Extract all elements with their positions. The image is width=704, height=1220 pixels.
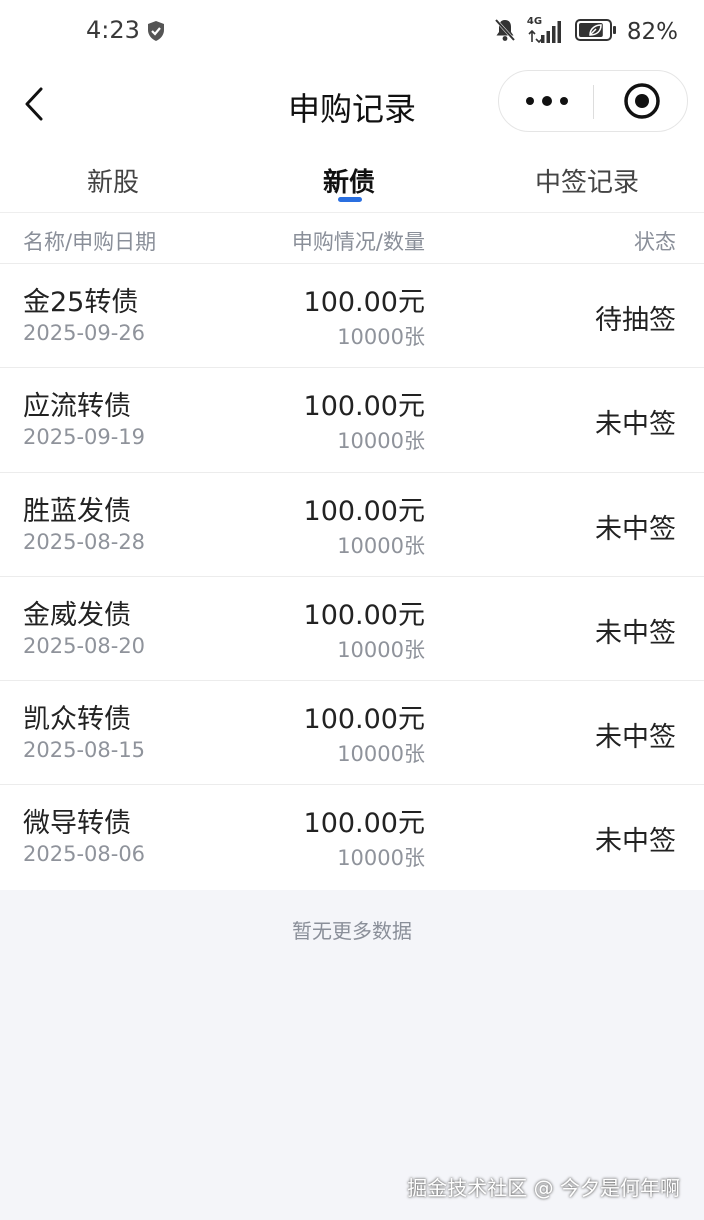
battery-icon bbox=[574, 18, 617, 46]
header-status: 状态 bbox=[634, 230, 676, 254]
bond-name: 胜蓝发债 bbox=[23, 495, 131, 527]
subscribe-amount: 100.00元 bbox=[303, 495, 425, 527]
subscribe-amount: 100.00元 bbox=[303, 391, 425, 423]
battery-percent: 82% bbox=[626, 19, 678, 45]
capsule-divider bbox=[593, 85, 594, 119]
table-row[interactable]: 凯众转债 2025-08-15 100.00元 10000张 未中签 bbox=[0, 681, 704, 786]
tab-new-stock[interactable]: 新股 bbox=[60, 162, 166, 199]
header-amount-qty: 申购情况/数量 bbox=[291, 230, 425, 254]
table-row[interactable]: 微导转债 2025-08-06 100.00元 10000张 未中签 bbox=[0, 785, 704, 889]
tab-winning-records[interactable]: 中签记录 bbox=[516, 162, 658, 199]
subscribe-quantity: 10000张 bbox=[337, 325, 425, 349]
status-text: 未中签 bbox=[595, 722, 676, 754]
subscribe-amount: 100.00元 bbox=[303, 704, 425, 736]
close-target-icon[interactable] bbox=[595, 71, 688, 131]
subscribe-date: 2025-09-26 bbox=[23, 321, 146, 345]
table-row[interactable]: 应流转债 2025-09-19 100.00元 10000张 未中签 bbox=[0, 368, 704, 473]
table-header: 名称/申购日期 申购情况/数量 状态 bbox=[0, 212, 704, 264]
status-time: 4:23 bbox=[86, 16, 140, 44]
subscribe-amount: 100.00元 bbox=[303, 808, 425, 840]
subscribe-quantity: 10000张 bbox=[337, 846, 425, 871]
status-text: 未中签 bbox=[595, 826, 676, 858]
more-icon[interactable] bbox=[499, 71, 594, 131]
subscribe-quantity: 10000张 bbox=[337, 637, 425, 662]
tab-bar: 新股 新债 中签记录 bbox=[0, 146, 704, 212]
miniprogram-capsule bbox=[498, 70, 688, 132]
subscribe-date: 2025-08-20 bbox=[23, 633, 146, 658]
tab-new-bond[interactable]: 新债 bbox=[296, 162, 402, 199]
status-right: 4G 82% bbox=[493, 16, 678, 47]
table-row[interactable]: 金25转债 2025-09-26 100.00元 10000张 待抽签 bbox=[0, 264, 704, 369]
subscribe-amount: 100.00元 bbox=[303, 287, 425, 318]
bond-name: 金威发债 bbox=[23, 599, 131, 631]
records-list: 金25转债 2025-09-26 100.00元 10000张 待抽签 应流转债… bbox=[0, 264, 704, 890]
active-tab-indicator bbox=[338, 197, 362, 202]
bond-name: 应流转债 bbox=[23, 391, 131, 423]
no-more-data: 暂无更多数据 bbox=[292, 919, 412, 943]
status-text: 待抽签 bbox=[595, 305, 676, 336]
screen: 4:23 4G 82% 申购记录 新股 新债 中签记录 名称/申购日期 申购情况… bbox=[0, 0, 704, 1220]
signal-icon: 4G bbox=[527, 16, 565, 45]
subscribe-date: 2025-09-19 bbox=[23, 425, 146, 450]
status-bar: 4:23 4G 82% bbox=[0, 0, 704, 64]
subscribe-date: 2025-08-28 bbox=[23, 529, 146, 554]
status-text: 未中签 bbox=[595, 513, 676, 545]
bond-name: 凯众转债 bbox=[23, 704, 131, 736]
bond-name: 微导转债 bbox=[23, 808, 131, 840]
shield-icon bbox=[146, 20, 166, 46]
watermark: 掘金技术社区 @ 今夕是何年啊 bbox=[407, 1176, 680, 1200]
status-text: 未中签 bbox=[595, 617, 676, 649]
nav-bar: 申购记录 bbox=[0, 64, 704, 146]
subscribe-date: 2025-08-15 bbox=[23, 738, 146, 763]
header-name-date: 名称/申购日期 bbox=[23, 230, 157, 254]
subscribe-quantity: 10000张 bbox=[337, 533, 425, 558]
mute-bell-icon bbox=[493, 17, 517, 47]
table-row[interactable]: 金威发债 2025-08-20 100.00元 10000张 未中签 bbox=[0, 577, 704, 682]
bond-name: 金25转债 bbox=[23, 287, 139, 318]
subscribe-quantity: 10000张 bbox=[337, 742, 425, 767]
status-text: 未中签 bbox=[595, 409, 676, 441]
table-row[interactable]: 胜蓝发债 2025-08-28 100.00元 10000张 未中签 bbox=[0, 473, 704, 577]
subscribe-date: 2025-08-06 bbox=[23, 842, 146, 867]
subscribe-amount: 100.00元 bbox=[303, 599, 425, 631]
subscribe-quantity: 10000张 bbox=[337, 429, 425, 454]
